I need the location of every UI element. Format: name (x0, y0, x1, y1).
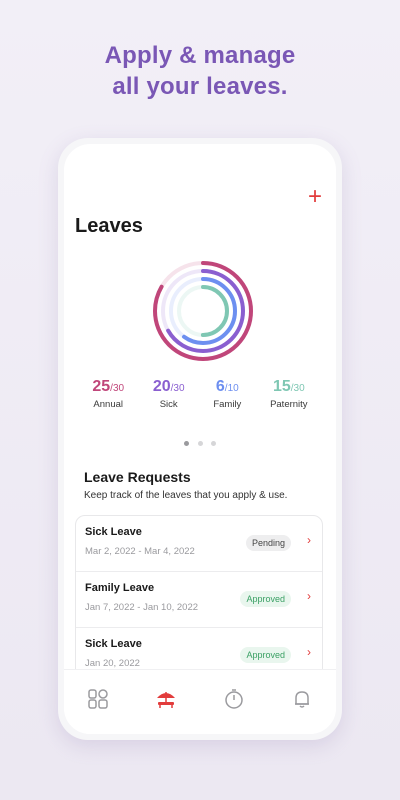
leave-requests-subtitle: Keep track of the leaves that you apply … (84, 490, 288, 501)
pager-dot-2[interactable] (197, 441, 203, 446)
list-item[interactable]: Sick Leave Mar 2, 2022 - Mar 4, 2022 Pen… (76, 516, 322, 572)
status-badge: Pending (245, 535, 291, 551)
headline-line-2: all your leaves. (112, 73, 288, 100)
leave-date: Mar 2, 2022 - Mar 4, 2022 (85, 546, 195, 557)
rings-svg (153, 261, 253, 361)
stat-annual: 25/30 Annual (92, 378, 124, 410)
status-badge: Approved (240, 591, 291, 607)
stopwatch-icon (225, 689, 243, 709)
headline: Apply & manage all your leaves. (0, 40, 400, 102)
leave-balance-rings (148, 256, 258, 366)
stat-sick: 20/30 Sick (153, 378, 185, 410)
plus-icon: + (307, 183, 322, 210)
leave-date: Jan 20, 2022 (85, 658, 140, 669)
leave-name: Sick Leave (85, 526, 142, 538)
leave-requests-list: Sick Leave Mar 2, 2022 - Mar 4, 2022 Pen… (75, 515, 323, 692)
stat-family-label: Family (213, 399, 242, 410)
stat-paternity-label: Paternity (270, 399, 308, 410)
stat-annual-label: Annual (93, 399, 124, 410)
leave-name: Family Leave (85, 582, 155, 594)
list-item[interactable]: Family Leave Jan 7, 2022 - Jan 10, 2022 … (76, 572, 322, 628)
page-title: Leaves (75, 215, 143, 237)
headline-line-1: Apply & manage (104, 42, 296, 69)
stat-paternity-value: 15/30 (272, 378, 305, 395)
tab-leaves[interactable] (151, 684, 181, 714)
tab-timer[interactable] (219, 684, 249, 714)
leave-stats: 25/30 Annual 20/30 Sick 6/10 Family 15/3… (64, 378, 336, 410)
stat-family-value: 6/10 (215, 378, 239, 395)
chevron-right-icon: › (307, 533, 311, 547)
stat-family: 6/10 Family (213, 378, 241, 410)
chevron-right-icon: › (307, 589, 311, 603)
stat-annual-value: 25/30 (92, 378, 125, 395)
leave-requests-title: Leave Requests (84, 469, 191, 485)
tab-dashboard[interactable] (83, 684, 113, 714)
app-screen: + Leaves 25/30 Annual 20/30 Sick 6/10 Fa… (64, 144, 336, 734)
phone-frame: + Leaves 25/30 Annual 20/30 Sick 6/10 Fa… (58, 138, 342, 740)
leave-date: Jan 7, 2022 - Jan 10, 2022 (85, 602, 199, 613)
add-leave-button[interactable]: + (306, 185, 324, 209)
stat-paternity: 15/30 Paternity (270, 378, 308, 410)
dashboard-icon (88, 689, 108, 709)
stat-sick-label: Sick (159, 399, 178, 410)
stat-sick-value: 20/30 (152, 378, 185, 395)
bell-icon (295, 691, 309, 708)
chevron-right-icon: › (307, 645, 311, 659)
status-badge: Approved (240, 647, 291, 663)
tab-notifications[interactable] (287, 684, 317, 714)
bottom-tab-bar (64, 669, 336, 734)
pager-dot-3[interactable] (210, 441, 216, 446)
pager-dot-1[interactable] (184, 441, 190, 446)
beach-umbrella-icon (157, 692, 175, 708)
pager-dots (64, 433, 336, 451)
leave-name: Sick Leave (85, 638, 142, 650)
